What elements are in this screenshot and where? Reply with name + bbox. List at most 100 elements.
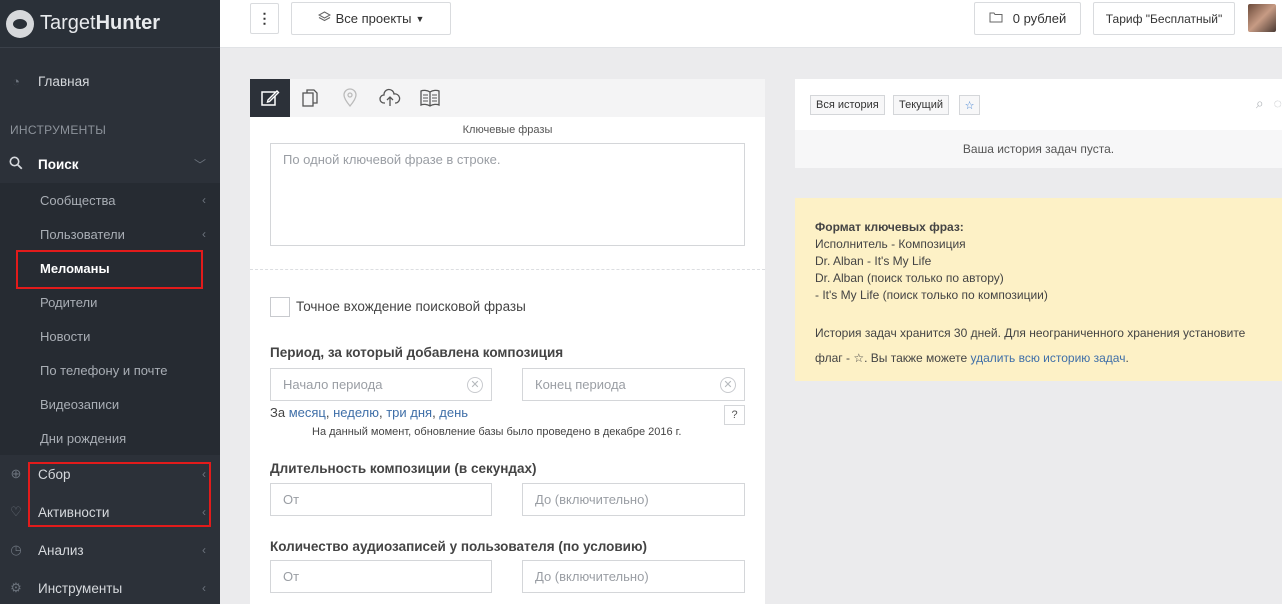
help-button[interactable]: ?: [724, 405, 745, 425]
tariff-button[interactable]: Тариф "Бесплатный": [1093, 2, 1235, 35]
sidebar-item-tools[interactable]: ⚙ Инструменты ‹: [0, 571, 220, 604]
delete-history-link[interactable]: удалить всю историю задач: [971, 351, 1126, 365]
info-line: Dr. Alban (поиск только по автору): [815, 271, 1004, 285]
balance-button[interactable]: 0 рублей: [974, 2, 1081, 35]
sidebar-item-home[interactable]: ◔ Главная: [0, 64, 220, 98]
duration-to-input[interactable]: До (включительно): [522, 483, 745, 516]
duration-from-placeholder: От: [283, 492, 300, 507]
star-icon: ☆: [964, 99, 975, 112]
sidebar-item-label: Родители: [40, 294, 98, 310]
projects-dropdown[interactable]: Все проекты ▼: [291, 2, 451, 35]
period-link-week[interactable]: неделю: [333, 405, 379, 420]
sidebar-subitem-parents[interactable]: Родители: [0, 285, 220, 319]
period-end-input[interactable]: Конец периода ✕: [522, 368, 745, 401]
exact-match-label: Точное вхождение поисковой фразы: [296, 299, 526, 314]
sidebar-item-label: Дни рождения: [40, 430, 127, 446]
sidebar-item-activity[interactable]: ♡ Активности ‹: [0, 495, 220, 529]
period-link-three-days[interactable]: три дня: [386, 405, 432, 420]
sidebar-item-label: Активности: [38, 504, 110, 520]
kebab-menu-icon: ⋮: [257, 10, 272, 26]
chevron-left-icon: ‹: [202, 505, 206, 519]
exact-match-checkbox[interactable]: [270, 297, 290, 317]
sidebar-item-analysis[interactable]: ◷ Анализ ‹: [0, 533, 220, 567]
tab-upload[interactable]: [370, 79, 410, 117]
chevron-left-icon: ‹: [202, 581, 206, 595]
sidebar-item-label: Анализ: [38, 542, 84, 558]
period-quick-links: За месяц, неделю, три дня, день: [270, 405, 469, 420]
tab-book[interactable]: [410, 79, 450, 117]
sidebar-item-label: Главная: [38, 73, 90, 89]
dashboard-icon: ◔: [12, 73, 20, 89]
period-link-day[interactable]: день: [439, 405, 468, 420]
audio-to-input[interactable]: До (включительно): [522, 560, 745, 593]
wallet-icon: [989, 11, 1003, 26]
sidebar-subitem-communities[interactable]: Сообщества ‹: [0, 183, 220, 217]
clock-icon: ◷: [10, 542, 22, 557]
tab-documents[interactable]: [290, 79, 330, 117]
clear-icon[interactable]: ✕: [467, 377, 483, 393]
keywords-placeholder: По одной ключевой фразе в строке.: [283, 152, 501, 167]
sidebar-item-search[interactable]: Поиск ﹀: [0, 147, 220, 181]
sidebar-subitem-phone-email[interactable]: По телефону и почте: [0, 353, 220, 387]
sidebar-item-label: Пользователи: [40, 226, 125, 242]
period-end-placeholder: Конец периода: [535, 377, 626, 392]
period-link-month[interactable]: месяц: [289, 405, 326, 420]
logo-text-bold: Hunter: [95, 12, 161, 34]
sidebar-item-label: Инструменты: [38, 580, 123, 596]
info-line: Dr. Alban - It's My Life: [815, 254, 932, 268]
search-icon[interactable]: ⌕: [1256, 95, 1264, 111]
section-header-tools: ИНСТРУМЕНТЫ: [10, 123, 107, 137]
tab-location[interactable]: [330, 79, 370, 117]
duration-title: Длительность композиции (в секундах): [270, 461, 537, 476]
avatar[interactable]: [1248, 4, 1276, 32]
layers-icon: [317, 11, 331, 26]
filter-current[interactable]: Текущий: [893, 95, 949, 115]
period-start-input[interactable]: Начало периода ✕: [270, 368, 492, 401]
filter-all-history[interactable]: Вся история: [810, 95, 885, 115]
history-tools: ⌕ ◌: [1256, 95, 1282, 112]
star-icon: ☆: [853, 351, 865, 365]
history-empty-message: Ваша история задач пуста.: [795, 130, 1282, 168]
heart-icon: ♡: [10, 504, 22, 519]
sidebar-subitem-music-lovers[interactable]: Меломаны: [0, 251, 220, 285]
search-form-panel: Ключевые фразы По одной ключевой фразе в…: [250, 79, 765, 604]
filter-starred[interactable]: ☆: [959, 95, 980, 115]
chevron-down-icon: ﹀: [193, 157, 206, 172]
tariff-label: Тариф "Бесплатный": [1105, 11, 1223, 26]
tab-edit[interactable]: [250, 79, 290, 117]
chevron-left-icon: ‹: [202, 543, 206, 557]
period-title: Период, за который добавлена композиция: [270, 345, 564, 360]
sidebar-subitem-users[interactable]: Пользователи ‹: [0, 217, 220, 251]
menu-button[interactable]: ⋮: [250, 3, 279, 34]
logo[interactable]: TargetHunter: [0, 0, 220, 48]
sidebar-item-collect[interactable]: ⊕ Сбор ‹: [0, 457, 220, 491]
audio-from-placeholder: От: [283, 569, 300, 584]
logo-text-light: Target: [40, 12, 96, 34]
info-line: - It's My Life (поиск только по композиц…: [815, 288, 1048, 302]
refresh-icon[interactable]: ◌: [1274, 95, 1282, 111]
form-tabs: [250, 79, 765, 117]
info-line: Исполнитель - Композиция: [815, 237, 966, 251]
audio-count-title: Количество аудиозаписей у пользователя (…: [270, 539, 647, 554]
task-history-panel: Вся история Текущий ☆ ⌕ ◌ Ваша история за…: [795, 79, 1282, 168]
sidebar-item-label: Новости: [40, 328, 91, 344]
balance-label: 0 рублей: [1012, 11, 1067, 26]
info-storage-text: флаг -: [815, 351, 850, 365]
audio-to-placeholder: До (включительно): [535, 569, 649, 584]
map-pin-icon: [343, 88, 357, 108]
sidebar-subitem-videos[interactable]: Видеозаписи: [0, 387, 220, 421]
logo-icon: [6, 9, 34, 38]
keywords-textarea[interactable]: По одной ключевой фразе в строке.: [270, 143, 745, 246]
sidebar-subitem-news[interactable]: Новости: [0, 319, 220, 353]
clear-icon[interactable]: ✕: [720, 377, 736, 393]
sidebar-item-label: Меломаны: [40, 260, 110, 276]
database-update-note: На данный момент, обновление базы было п…: [312, 426, 682, 438]
audio-from-input[interactable]: От: [270, 560, 492, 593]
sidebar: TargetHunter ◔ Главная ИНСТРУМЕНТЫ Поиск…: [0, 0, 220, 604]
edit-icon: [261, 90, 280, 106]
sidebar-item-label: Видеозаписи: [40, 396, 120, 412]
duration-from-input[interactable]: От: [270, 483, 492, 516]
sidebar-subitem-birthdays[interactable]: Дни рождения: [0, 421, 220, 455]
search-icon: [9, 156, 23, 173]
documents-icon: [302, 89, 318, 107]
